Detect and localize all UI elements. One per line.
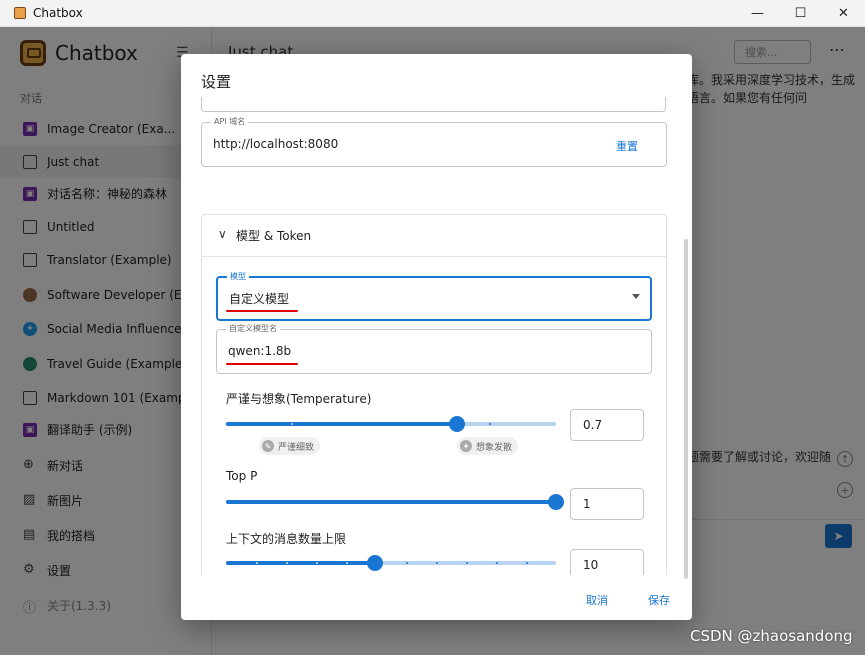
slider-tick [466,562,468,564]
context-limit-label: 上下文的消息数量上限 [226,532,347,546]
accordion-title: 模型 & Token [236,229,312,243]
top-p-label: Top P [226,469,258,483]
cancel-button[interactable]: 取消 [586,592,608,608]
slider-tick [489,423,491,425]
accordion-header[interactable]: ∨ 模型 & Token [202,215,666,257]
app-icon [14,7,26,19]
slider-tick [346,562,348,564]
previous-field[interactable] [201,97,666,112]
close-button[interactable]: ✕ [822,0,865,27]
chip-icon: ✦ [460,440,472,452]
field-legend: 自定义模型名 [226,324,280,334]
api-host-value[interactable]: http://localhost:8080 [213,137,338,151]
title-bar: Chatbox — ☐ ✕ [0,0,865,27]
context-limit-slider-fill [226,561,375,565]
custom-model-field[interactable]: 自定义模型名 qwen:1.8b [216,324,652,374]
maximize-button[interactable]: ☐ [779,0,822,27]
reset-button[interactable]: 重置 [616,138,638,154]
slider-tick [256,562,258,564]
field-legend: 模型 [227,272,249,282]
slider-tick [526,562,528,564]
chip-label: 想象发散 [476,442,513,453]
dialog-actions: 取消 保存 [181,575,692,620]
api-host-field[interactable]: API 域名 http://localhost:8080 重置 [201,117,667,167]
context-limit-input[interactable]: 10 [570,549,644,575]
dropdown-arrow-icon [632,294,640,299]
top-p-input[interactable]: 1 [570,488,644,520]
model-select[interactable]: 模型 自定义模型 [216,272,652,321]
temperature-slider-fill [226,422,457,426]
dialog-scrollbar[interactable] [684,239,688,579]
custom-model-value[interactable]: qwen:1.8b [228,344,291,358]
red-annotation-underline [226,363,298,365]
model-value: 自定义模型 [229,292,290,306]
slider-tick [496,562,498,564]
slider-tick [291,423,293,425]
slider-tick [286,562,288,564]
temperature-input[interactable]: 0.7 [570,409,644,441]
chevron-down-icon: ∨ [218,227,227,241]
slider-tick [316,562,318,564]
red-annotation-underline [226,310,298,312]
watermark: CSDN @zhaosandong [690,627,853,645]
settings-dialog: 设置 API 域名 http://localhost:8080 重置 ∨ 模型 … [181,54,692,620]
top-p-slider-thumb[interactable] [548,494,564,510]
dialog-title: 设置 [201,73,232,91]
context-limit-slider-thumb[interactable] [366,555,383,571]
save-button[interactable]: 保存 [648,592,670,608]
window-title: Chatbox [33,6,83,20]
chip-creative[interactable]: ✦ 想象发散 [457,437,519,455]
temperature-label: 严谨与想象(Temperature) [226,392,372,406]
field-legend: API 域名 [211,117,249,127]
minimize-button[interactable]: — [736,0,779,27]
slider-tick [436,562,438,564]
model-token-section: ∨ 模型 & Token 模型 自定义模型 自定义模型名 qwen:1.8b 严… [201,214,667,575]
top-p-slider-fill [226,500,556,504]
chip-precise[interactable]: ✎ 严谨细致 [259,437,321,455]
chip-icon: ✎ [262,440,274,452]
chip-label: 严谨细致 [278,442,315,453]
dialog-body: API 域名 http://localhost:8080 重置 ∨ 模型 & T… [181,97,692,575]
slider-tick [406,562,408,564]
temperature-slider-thumb[interactable] [449,416,465,432]
